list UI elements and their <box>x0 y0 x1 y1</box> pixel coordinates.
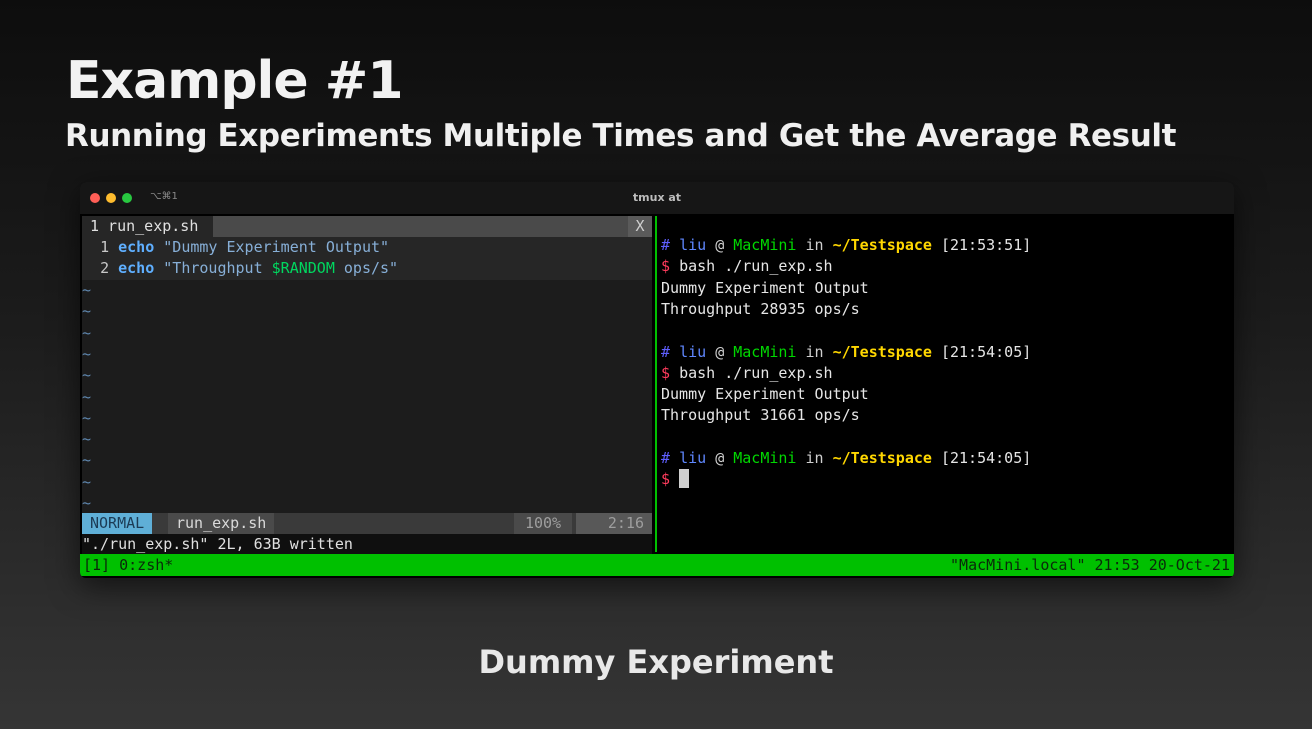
code-keyword: echo <box>118 259 155 278</box>
vim-command-line[interactable]: "./run_exp.sh" 2L, 63B written <box>82 534 652 555</box>
vim-tab-close-button[interactable]: X <box>628 216 652 237</box>
tmux-status-right: "MacMini.local" 21:53 20-Oct-21 <box>950 556 1230 574</box>
vim-code-line[interactable]: 2 echo "Throughput $RANDOM ops/s" <box>82 258 652 280</box>
empty-line-marker: ~ <box>82 302 92 321</box>
line-number: 1 <box>100 238 110 256</box>
prompt-path: ~/Testspace <box>832 342 932 361</box>
prompt-at: @ <box>715 342 725 361</box>
vim-code-line[interactable]: 1 echo "Dummy Experiment Output" <box>82 237 652 259</box>
prompt-user: liu <box>679 342 707 361</box>
prompt-hash: # <box>661 236 671 254</box>
shell-output-line: Throughput 31661 ops/s <box>661 406 860 425</box>
empty-line-marker: ~ <box>82 494 92 512</box>
vim-tab-run-exp[interactable]: 1 run_exp.sh <box>82 216 213 237</box>
prompt-time: [21:54:05] <box>940 449 1032 467</box>
shell-prompt-line: # liu @ MacMini in ~/Testspace [21:54:05… <box>661 448 1031 469</box>
prompt-dollar: $ <box>661 257 671 276</box>
prompt-host: MacMini <box>733 236 797 254</box>
shell-output-line: Dummy Experiment Output <box>661 385 869 404</box>
empty-line-marker: ~ <box>82 281 92 299</box>
shell-command-line: $ bash ./run_exp.sh <box>661 256 833 277</box>
prompt-in: in <box>805 236 824 254</box>
empty-line-marker: ~ <box>82 430 92 449</box>
terminal-window: ⌥⌘1 tmux at 1 run_exp.sh X 1 echo "Dummy… <box>80 182 1234 578</box>
tmux-window-list[interactable]: [1] 0:zsh* <box>83 554 173 576</box>
empty-line-marker: ~ <box>82 344 92 363</box>
code-keyword: echo <box>118 238 155 256</box>
slide-caption: Dummy Experiment <box>478 643 834 681</box>
prompt-hash: # <box>661 449 671 467</box>
slide-title: Example #1 <box>66 51 404 111</box>
prompt-user: liu <box>679 236 707 254</box>
code-string: ops/s" <box>334 259 399 278</box>
code-string: "Dummy Experiment Output" <box>163 238 390 256</box>
shell-command-line: $ bash ./run_exp.sh <box>661 363 833 384</box>
empty-line-marker: ~ <box>82 323 92 342</box>
empty-line-marker: ~ <box>82 366 92 385</box>
shell-command: bash ./run_exp.sh <box>679 363 833 382</box>
code-variable: $RANDOM <box>271 259 335 278</box>
slide-subtitle: Running Experiments Multiple Times and G… <box>65 118 1177 154</box>
empty-line-marker: ~ <box>82 451 92 470</box>
prompt-dollar: $ <box>661 363 671 382</box>
window-titlebar[interactable]: ⌥⌘1 tmux at <box>80 182 1234 214</box>
prompt-host: MacMini <box>733 342 797 361</box>
prompt-in: in <box>805 449 824 467</box>
empty-line-marker: ~ <box>82 387 92 406</box>
vim-tabline-fill <box>213 216 628 237</box>
line-number: 2 <box>100 259 110 278</box>
pane-divider[interactable] <box>655 216 657 552</box>
vim-status-filename: run_exp.sh <box>168 513 275 534</box>
vim-pane[interactable]: 1 run_exp.sh X 1 echo "Dummy Experiment … <box>82 216 652 555</box>
shell-command: bash ./run_exp.sh <box>679 257 833 276</box>
prompt-hash: # <box>661 342 671 361</box>
prompt-dollar: $ <box>661 470 671 489</box>
vim-status-percent: 100% <box>514 513 572 534</box>
empty-line-marker: ~ <box>82 472 92 491</box>
window-title: tmux at <box>632 191 682 204</box>
prompt-path: ~/Testspace <box>832 236 932 254</box>
tmux-status-bar: [1] 0:zsh* "MacMini.local" 21:53 20-Oct-… <box>80 554 1234 576</box>
prompt-at: @ <box>715 236 725 254</box>
prompt-user: liu <box>679 449 707 467</box>
code-string: "Throughput <box>163 259 272 278</box>
shell-input-line[interactable]: $ <box>661 469 690 490</box>
shell-output-line: Dummy Experiment Output <box>661 278 869 297</box>
prompt-in: in <box>805 342 824 361</box>
vim-mode-indicator: NORMAL <box>82 513 153 534</box>
vim-tabline: 1 run_exp.sh X <box>82 216 652 237</box>
vim-status-cursor-position: 2:16 <box>576 513 652 534</box>
prompt-host: MacMini <box>733 449 797 467</box>
terminal-cursor <box>679 469 690 489</box>
prompt-at: @ <box>715 449 725 467</box>
vim-statusline: NORMAL run_exp.sh 100% 2:16 <box>82 513 652 534</box>
prompt-path: ~/Testspace <box>832 449 932 467</box>
empty-line-marker: ~ <box>82 408 92 427</box>
shell-output-line: Throughput 28935 ops/s <box>661 299 860 318</box>
shell-prompt-line: # liu @ MacMini in ~/Testspace [21:54:05… <box>661 342 1031 363</box>
shell-prompt-line: # liu @ MacMini in ~/Testspace [21:53:51… <box>661 235 1031 256</box>
prompt-time: [21:53:51] <box>940 236 1032 254</box>
prompt-time: [21:54:05] <box>940 342 1032 361</box>
shell-pane[interactable]: # liu @ MacMini in ~/Testspace [21:53:51… <box>661 235 1231 545</box>
